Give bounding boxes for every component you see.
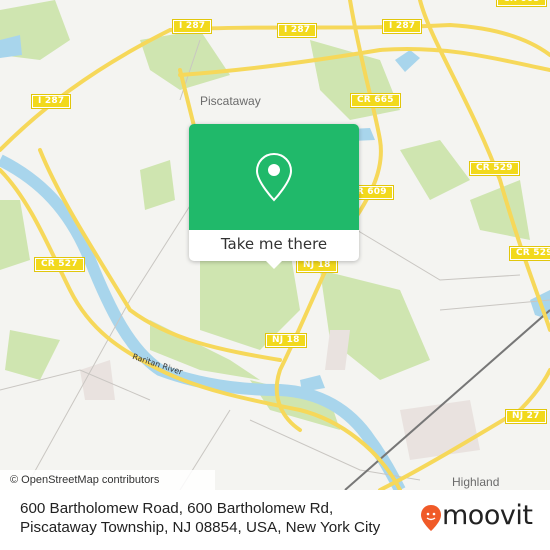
moovit-pin-icon [421, 505, 441, 531]
road-shield-cr529: CR 529 [509, 246, 550, 261]
road-shield-cr527: CR 527 [34, 257, 85, 272]
take-me-there-button[interactable]: Take me there [189, 230, 359, 261]
road-shield-cr665: CR 665 [350, 93, 401, 108]
moovit-wordmark: moovit [442, 500, 533, 531]
popup-pointer [266, 261, 282, 269]
map-attribution[interactable]: © OpenStreetMap contributors [0, 470, 215, 490]
road-shield-nj27: NJ 27 [505, 409, 547, 424]
place-label-piscataway: Piscataway [200, 94, 261, 108]
address-line-1: 600 Bartholomew Road, 600 Bartholomew Rd… [20, 500, 334, 517]
road-shield-i287: I 287 [381, 19, 423, 34]
location-popup[interactable]: Take me there [189, 124, 359, 269]
location-pin-icon [255, 152, 293, 202]
map-view[interactable]: I 287 I 287 I 287 I 287 CR 665 CR 665 CR… [0, 0, 550, 490]
footer: 600 Bartholomew Road, 600 Bartholomew Rd… [0, 490, 550, 550]
place-label-highland: Highland [452, 475, 500, 489]
popup-header [189, 124, 359, 230]
road-shield-i287: I 287 [171, 19, 213, 34]
address-line-2: Piscataway Township, NJ 08854, USA, New … [20, 519, 381, 536]
road-shield-i287: I 287 [276, 23, 318, 38]
address-text: 600 Bartholomew Road, 600 Bartholomew Rd… [20, 499, 420, 537]
road-shield-i287: I 287 [30, 94, 72, 109]
road-shield-nj18: NJ 18 [265, 333, 307, 348]
road-shield-cr665: CR 665 [496, 0, 547, 7]
road-shield-cr529: CR 529 [469, 161, 520, 176]
